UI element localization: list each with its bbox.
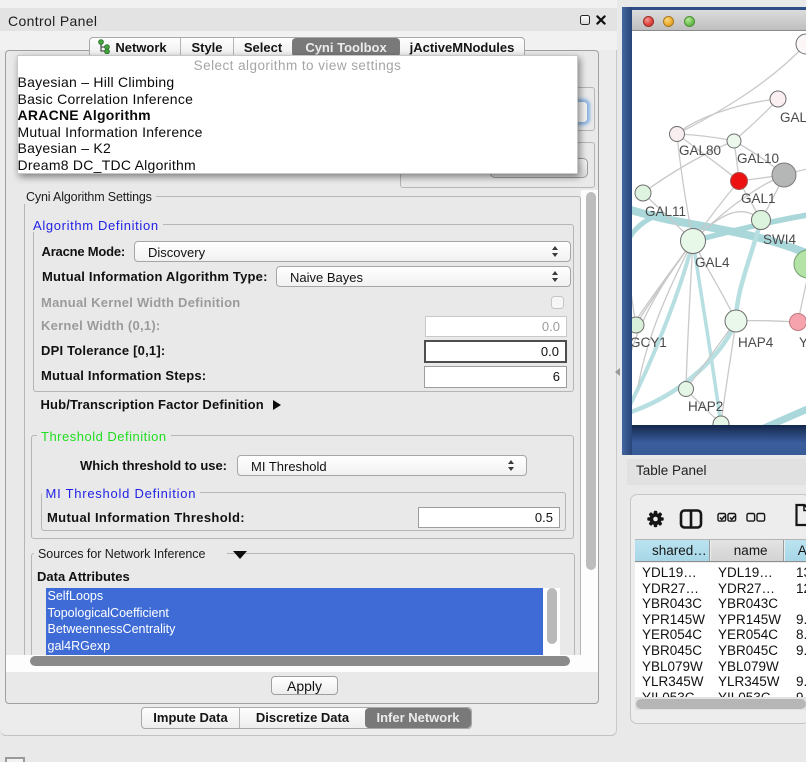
- svg-text:SWI4: SWI4: [763, 232, 796, 247]
- svg-text:GAL1: GAL1: [741, 191, 776, 206]
- svg-text:GAL10: GAL10: [737, 151, 779, 166]
- svg-text:YJ: YJ: [799, 335, 806, 350]
- svg-text:GCY1: GCY1: [632, 335, 667, 350]
- svg-text:GAL4: GAL4: [695, 255, 730, 270]
- svg-text:GAL7: GAL7: [780, 110, 806, 125]
- svg-text:HAP4: HAP4: [738, 335, 774, 350]
- svg-text:GAL11: GAL11: [645, 204, 686, 219]
- svg-text:GAL80: GAL80: [679, 143, 721, 158]
- svg-text:HAP2: HAP2: [688, 399, 723, 414]
